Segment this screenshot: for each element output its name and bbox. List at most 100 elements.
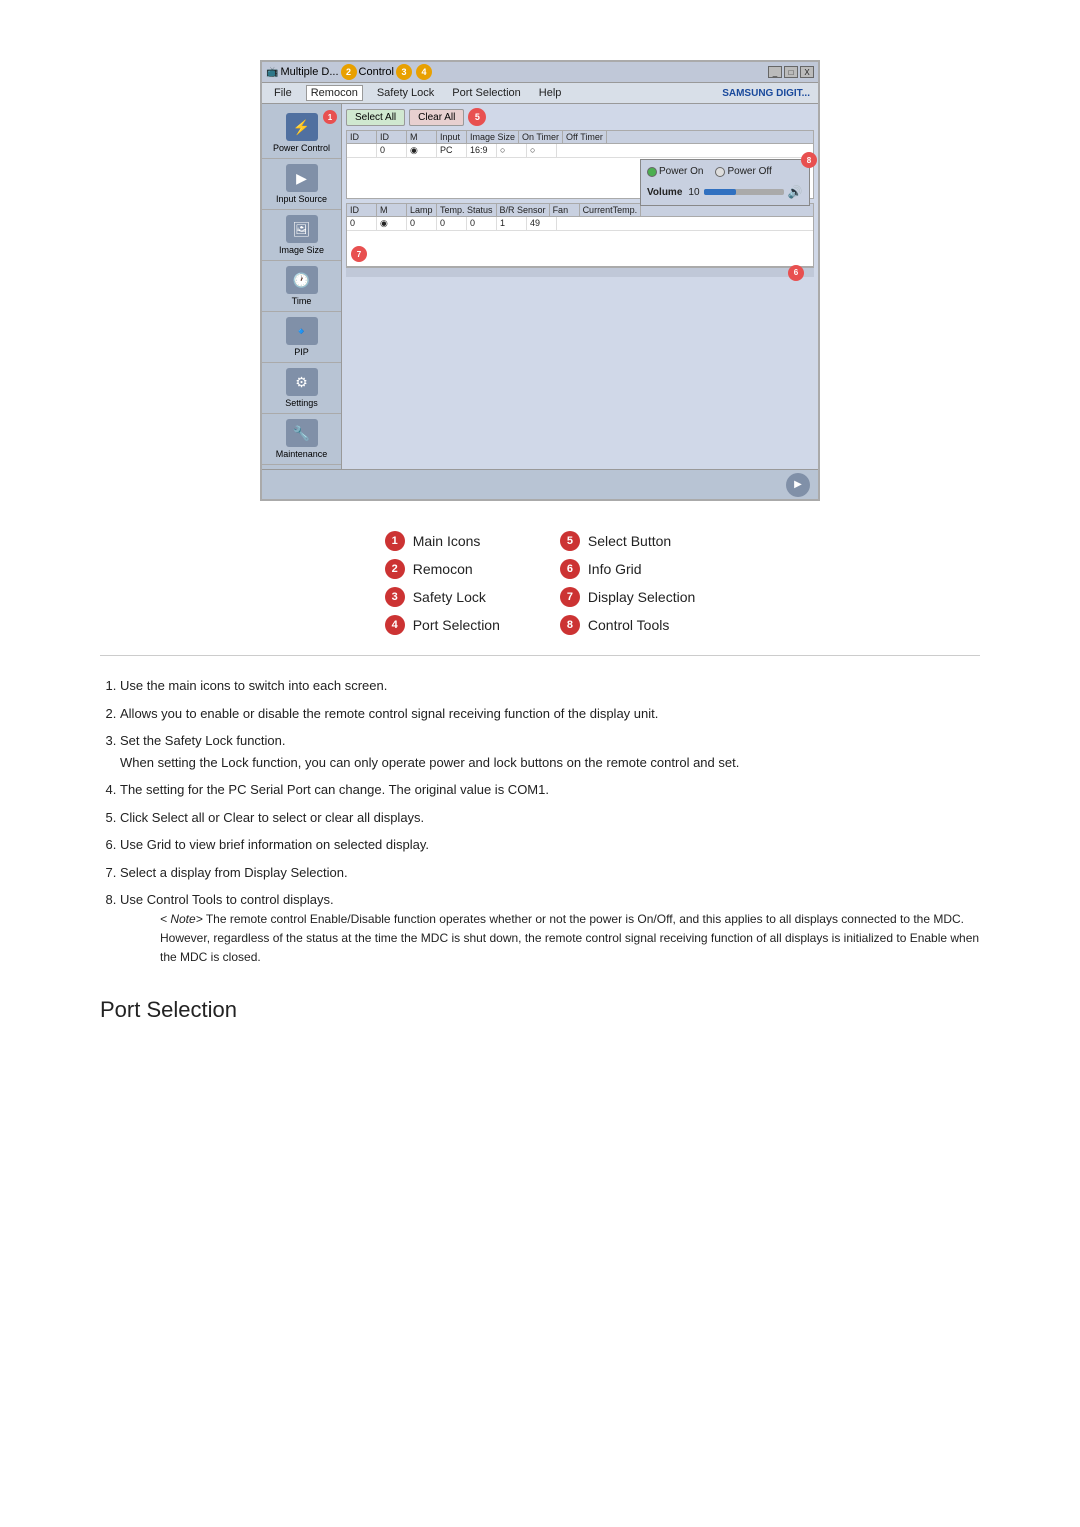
sidebar-item-time[interactable]: 🕐 Time bbox=[262, 261, 341, 312]
legend-section: 1 Main Icons 2 Remocon 3 Safety Lock 4 P… bbox=[100, 531, 980, 635]
input-source-icon: ▶ bbox=[286, 164, 318, 192]
info-grid-area: 6 bbox=[346, 267, 814, 277]
instruction-4: The setting for the PC Serial Port can c… bbox=[120, 780, 980, 800]
lower-table-body: 7 bbox=[347, 231, 813, 266]
legend-label-5: Select Button bbox=[588, 533, 671, 549]
badge-5-toolbar: 5 bbox=[468, 108, 486, 126]
legend-right-col: 5 Select Button 6 Info Grid 7 Display Se… bbox=[560, 531, 695, 635]
sidebar-label-7: Maintenance bbox=[276, 449, 328, 459]
legend-item-4: 4 Port Selection bbox=[385, 615, 500, 635]
minimize-button[interactable]: _ bbox=[768, 66, 782, 78]
power-on-label: Power On bbox=[659, 166, 703, 177]
menu-port-selection[interactable]: Port Selection bbox=[448, 86, 524, 100]
volume-label: Volume bbox=[647, 187, 682, 198]
legend-badge-4: 4 bbox=[385, 615, 405, 635]
col-m: M bbox=[407, 131, 437, 143]
legend-label-2: Remocon bbox=[413, 561, 473, 577]
control-panel: Power On Power Off Volume 10 🔊 bbox=[640, 159, 810, 206]
sidebar-label-2: Input Source bbox=[276, 194, 327, 204]
sidebar-item-pip[interactable]: 🔹 PIP bbox=[262, 312, 341, 363]
sidebar-item-power-control[interactable]: ⚡ Power Control 1 bbox=[262, 108, 341, 159]
legend-label-3: Safety Lock bbox=[413, 589, 486, 605]
lower-cell-m: ◉ bbox=[377, 217, 407, 230]
pip-icon: 🔹 bbox=[286, 317, 318, 345]
image-size-icon: 🖼 bbox=[286, 215, 318, 243]
menu-file[interactable]: File bbox=[270, 86, 296, 100]
maintenance-icon: 🔧 bbox=[286, 419, 318, 447]
bottom-nav-icon[interactable]: ▶ bbox=[786, 473, 810, 497]
toolbar: Select All Clear All 5 bbox=[346, 108, 814, 126]
sidebar-label-1: Power Control bbox=[273, 143, 330, 153]
lower-cell-fan: 1 bbox=[497, 217, 527, 230]
menu-help[interactable]: Help bbox=[535, 86, 566, 100]
volume-fill bbox=[704, 189, 736, 195]
scroll-area[interactable]: 6 bbox=[346, 267, 814, 277]
settings-icon: ⚙ bbox=[286, 368, 318, 396]
legend-item-5: 5 Select Button bbox=[560, 531, 695, 551]
sidebar-item-input-source[interactable]: ▶ Input Source bbox=[262, 159, 341, 210]
lower-col-current-temp: CurrentTemp. bbox=[580, 204, 642, 216]
instruction-1: Use the main icons to switch into each s… bbox=[120, 676, 980, 696]
instruction-5-text: Click Select all or Clear to select or c… bbox=[120, 810, 424, 825]
legend-badge-1: 1 bbox=[385, 531, 405, 551]
note-box: < Note> The remote control Enable/Disabl… bbox=[160, 910, 980, 968]
samsung-logo: SAMSUNG DIGIT... bbox=[722, 88, 810, 99]
clear-all-button[interactable]: Clear All bbox=[409, 109, 464, 126]
power-on-radio bbox=[647, 167, 657, 177]
legend-label-6: Info Grid bbox=[588, 561, 642, 577]
screenshot-window: 📺 Multiple D... 2 Control 3 4 _ □ X File… bbox=[260, 60, 820, 501]
legend-badge-6: 6 bbox=[560, 559, 580, 579]
bottom-bar: ▶ bbox=[262, 469, 818, 499]
sidebar-item-image-size[interactable]: 🖼 Image Size bbox=[262, 210, 341, 261]
col-id1: ID bbox=[347, 131, 377, 143]
select-all-button[interactable]: Select All bbox=[346, 109, 405, 126]
cell-id1 bbox=[347, 144, 377, 157]
maximize-button[interactable]: □ bbox=[784, 66, 798, 78]
table-lower-row-1: 0 ◉ 0 0 0 1 49 bbox=[347, 217, 813, 231]
lower-cell-lamp: 0 bbox=[407, 217, 437, 230]
power-off-button[interactable]: Power Off bbox=[715, 166, 771, 177]
volume-slider[interactable] bbox=[704, 189, 784, 195]
col-input: Input bbox=[437, 131, 467, 143]
cell-input: PC bbox=[437, 144, 467, 157]
window-title-control: Control bbox=[359, 66, 394, 78]
power-off-label: Power Off bbox=[727, 166, 771, 177]
table-lower: ID M Lamp Temp. Status B/R Sensor Fan Cu… bbox=[346, 203, 814, 267]
title-bar: 📺 Multiple D... 2 Control 3 4 _ □ X bbox=[262, 62, 818, 83]
window-title: Multiple D... bbox=[280, 66, 338, 78]
divider bbox=[100, 655, 980, 656]
badge-2: 2 bbox=[341, 64, 357, 80]
lower-cell-current-temp: 49 bbox=[527, 217, 557, 230]
legend-label-4: Port Selection bbox=[413, 617, 500, 633]
sidebar-item-maintenance[interactable]: 🔧 Maintenance bbox=[262, 414, 341, 465]
sidebar-label-3: Image Size bbox=[279, 245, 324, 255]
cell-id2: 0 bbox=[377, 144, 407, 157]
cell-on-timer: ○ bbox=[497, 144, 527, 157]
sidebar-item-settings[interactable]: ⚙ Settings bbox=[262, 363, 341, 414]
legend-left-col: 1 Main Icons 2 Remocon 3 Safety Lock 4 P… bbox=[385, 531, 500, 635]
legend-item-6: 6 Info Grid bbox=[560, 559, 695, 579]
power-control-icon: ⚡ bbox=[286, 113, 318, 141]
cell-image-size: 16:9 bbox=[467, 144, 497, 157]
table-upper-row-1: 0 ◉ PC 16:9 ○ ○ bbox=[347, 144, 813, 158]
lower-cell-bvr-sensor: 0 bbox=[467, 217, 497, 230]
instruction-3: Set the Safety Lock function. When setti… bbox=[120, 731, 980, 772]
power-buttons: Power On Power Off bbox=[647, 166, 803, 177]
instruction-3-sub: When setting the Lock function, you can … bbox=[120, 753, 980, 773]
legend-label-1: Main Icons bbox=[413, 533, 481, 549]
note-label: < Note> bbox=[160, 912, 203, 926]
col-on-timer: On Timer bbox=[519, 131, 563, 143]
sidebar: ⚡ Power Control 1 ▶ Input Source 🖼 Image… bbox=[262, 104, 342, 469]
badge-7: 7 bbox=[351, 246, 367, 262]
lower-cell-temp-status: 0 bbox=[437, 217, 467, 230]
close-button[interactable]: X bbox=[800, 66, 814, 78]
power-on-button[interactable]: Power On bbox=[647, 166, 703, 177]
badge-6: 6 bbox=[788, 265, 804, 281]
lower-col-fan: Fan bbox=[550, 204, 580, 216]
menu-remocon[interactable]: Remocon bbox=[306, 85, 363, 101]
col-image-size: Image Size bbox=[467, 131, 519, 143]
badge-8: 8 bbox=[801, 152, 817, 168]
instruction-4-text: The setting for the PC Serial Port can c… bbox=[120, 782, 549, 797]
legend-item-8: 8 Control Tools bbox=[560, 615, 695, 635]
menu-safety-lock[interactable]: Safety Lock bbox=[373, 86, 438, 100]
